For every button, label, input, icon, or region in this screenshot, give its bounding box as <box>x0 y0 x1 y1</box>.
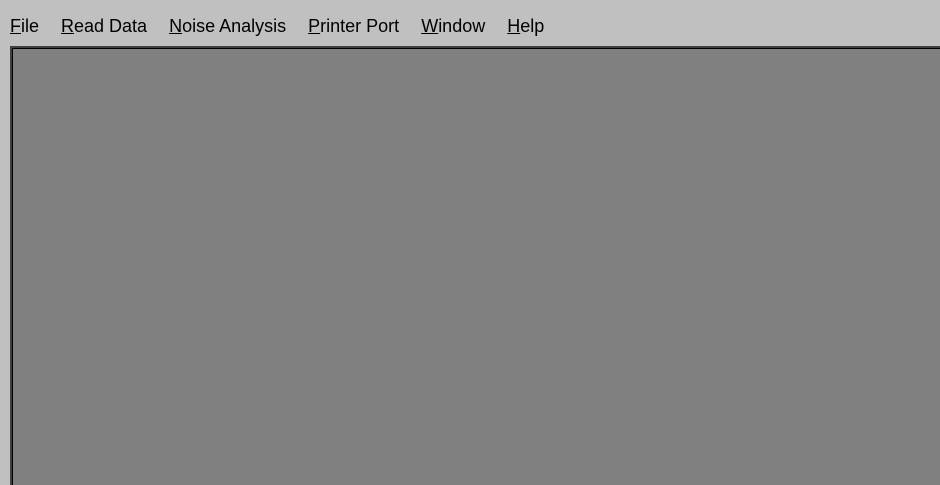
menu-noise-analysis[interactable]: Noise Analysis <box>169 16 286 36</box>
application-window: File Read Data Noise Analysis Printer Po… <box>0 0 940 485</box>
menu-noise-analysis-accelerator: N <box>169 16 183 36</box>
mdi-client-area[interactable] <box>10 46 940 485</box>
menu-read-data-accelerator: R <box>61 16 75 36</box>
menu-file-label: ile <box>21 16 40 36</box>
menu-noise-analysis-label: oise Analysis <box>182 16 287 36</box>
menu-read-data[interactable]: Read Data <box>61 16 147 36</box>
menu-help-label: elp <box>520 16 545 36</box>
menu-file-accelerator: F <box>10 16 21 36</box>
menu-window-accelerator: W <box>421 16 439 36</box>
menu-read-data-label: ead Data <box>74 16 148 36</box>
menu-bar: File Read Data Noise Analysis Printer Po… <box>0 0 940 46</box>
menu-help-accelerator: H <box>507 16 521 36</box>
window-frame-left <box>0 46 10 485</box>
menu-printer-port-label: rinter Port <box>320 16 400 36</box>
menu-printer-port-accelerator: P <box>308 16 321 36</box>
menu-help[interactable]: Help <box>507 16 544 36</box>
menu-window-label: indow <box>438 16 486 36</box>
menu-file[interactable]: File <box>10 16 39 36</box>
menu-printer-port[interactable]: Printer Port <box>308 16 399 36</box>
menu-window[interactable]: Window <box>421 16 485 36</box>
